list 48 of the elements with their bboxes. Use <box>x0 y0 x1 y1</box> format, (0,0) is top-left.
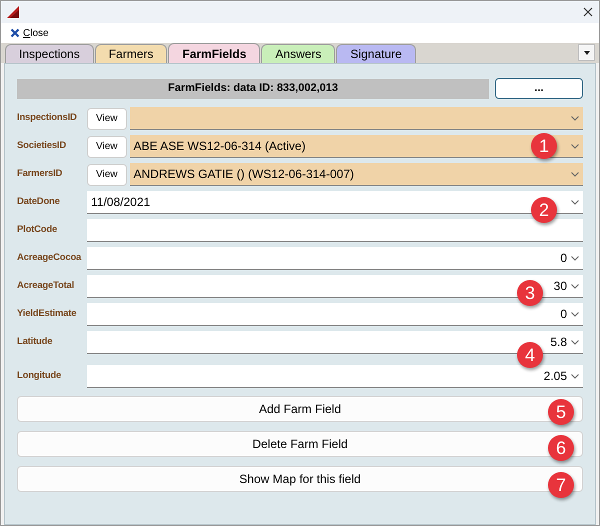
app-logo-icon <box>7 6 19 18</box>
view-button[interactable]: View <box>87 108 126 130</box>
field-label: Longitude <box>17 369 62 384</box>
field-label: YieldEstimate <box>17 307 78 322</box>
field-label: Latitude <box>17 335 54 350</box>
number-value: 0 <box>560 306 567 323</box>
field-label: FarmersID <box>17 167 64 182</box>
number-dropdown[interactable]: 2.05 <box>87 365 583 388</box>
number-value: 2.05 <box>544 368 567 385</box>
number-value: 5.8 <box>550 334 567 351</box>
chevron-down-icon <box>571 144 579 148</box>
field-label: PlotCode <box>17 223 58 238</box>
chevron-down-icon <box>571 374 579 378</box>
number-dropdown[interactable]: 0 <box>87 247 583 270</box>
close-icon[interactable] <box>583 7 593 17</box>
chevron-down-icon <box>571 116 579 120</box>
chevron-down-icon <box>571 284 579 288</box>
chevron-down-icon <box>571 340 579 344</box>
dropdown-value: ANDREWS GATIE () (WS12-06-314-007) <box>134 166 354 183</box>
chevron-down-icon <box>571 200 579 204</box>
lookup-dropdown[interactable]: ANDREWS GATIE () (WS12-06-314-007) <box>130 163 583 186</box>
view-button[interactable]: View <box>87 136 126 158</box>
tab[interactable]: Farmers <box>94 44 168 63</box>
chevron-down-icon <box>571 172 579 176</box>
tab[interactable]: Answers <box>261 44 336 63</box>
tab[interactable]: Inspections <box>5 44 94 63</box>
number-value: 0 <box>560 250 567 267</box>
input-field[interactable] <box>87 219 583 242</box>
dropdown-value: ABE ASE WS12-06-314 (Active) <box>134 138 307 155</box>
record-header: FarmFields: data ID: 833,002,013 <box>17 78 489 98</box>
date-value: 11/08/2021 <box>91 194 150 211</box>
field-label: SocietiesID <box>17 139 68 154</box>
chevron-down-icon <box>571 312 579 316</box>
number-dropdown[interactable]: 0 <box>87 303 583 326</box>
tab[interactable]: FarmFields <box>168 43 260 63</box>
close-menu-button[interactable]: Close <box>10 26 49 40</box>
field-label: AcreageTotal <box>17 279 76 294</box>
number-value: 30 <box>554 278 567 295</box>
close-icon <box>10 28 20 38</box>
field-label: AcreageCocoa <box>17 251 82 266</box>
tab[interactable]: Signature <box>336 44 416 63</box>
caret-icon <box>584 50 590 54</box>
field-label: InspectionsID <box>17 111 78 126</box>
field-label: DateDone <box>17 195 61 210</box>
chevron-down-icon <box>571 256 579 260</box>
dropdown-button[interactable] <box>578 44 595 61</box>
more-button[interactable]: ... <box>495 78 583 99</box>
view-button[interactable]: View <box>87 164 126 186</box>
